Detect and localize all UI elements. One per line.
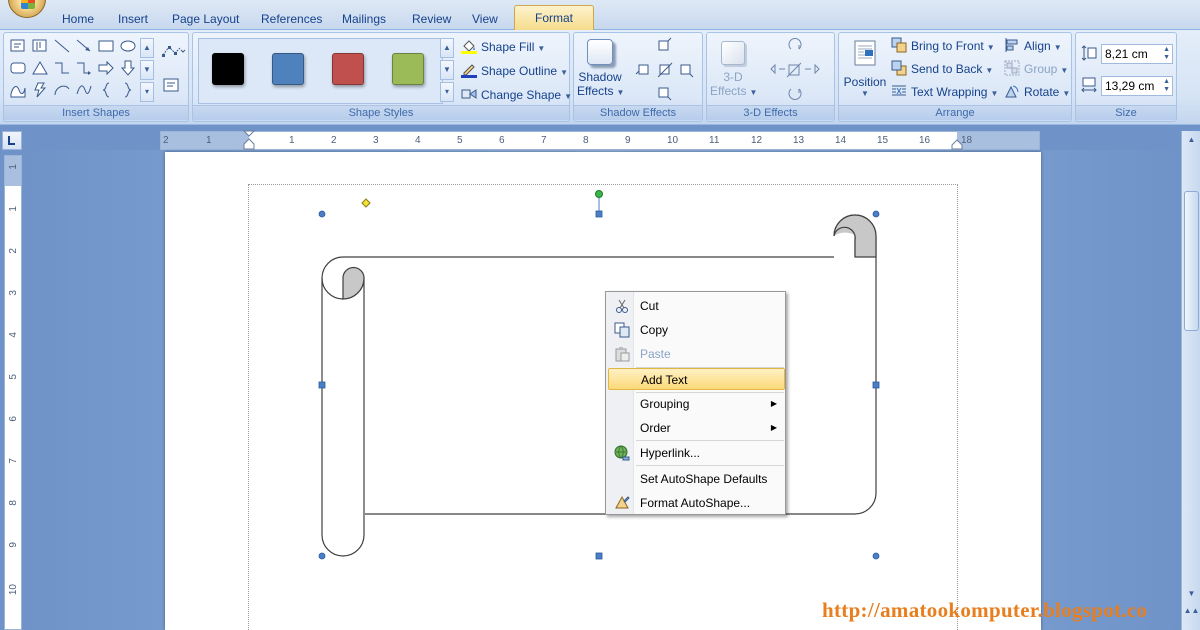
- menu-item-cut-label: Cut: [640, 299, 659, 313]
- menu-item-hyperlink[interactable]: Hyperlink...: [608, 442, 785, 464]
- menu-item-copy-label: Copy: [640, 323, 669, 337]
- scrollbar-thumb[interactable]: [1184, 191, 1199, 331]
- menu-item-set-autoshape-defaults[interactable]: Set AutoShape Defaults: [608, 468, 785, 490]
- menu-item-format-autoshape-label: Format AutoShape...: [640, 496, 751, 510]
- menu-item-add-text[interactable]: Add Text: [608, 368, 785, 390]
- menu-separator: [636, 440, 784, 441]
- resize-handle-tl: [318, 210, 326, 218]
- menu-separator: [636, 465, 784, 466]
- copy-icon: [614, 322, 630, 338]
- resize-handle-r: [872, 381, 880, 389]
- paste-icon: [615, 347, 630, 362]
- menu-item-paste-label: Paste: [640, 347, 671, 361]
- menu-item-cut[interactable]: Cut: [608, 295, 785, 317]
- menu-item-grouping-label: Grouping: [640, 397, 690, 411]
- context-menu: Cut Copy Paste Add Text Grouping ▶ Order ▶…: [605, 291, 786, 515]
- format-shape-icon: [615, 495, 630, 509]
- blog-url-watermark: http://amatookomputer.blogspot.co: [822, 598, 1148, 622]
- menu-item-format-autoshape[interactable]: Format AutoShape...: [608, 492, 785, 514]
- menu-item-paste[interactable]: Paste: [608, 343, 785, 365]
- resize-handle-br: [872, 552, 880, 560]
- scroll-up-button[interactable]: ▲: [1183, 131, 1200, 149]
- menu-item-set-defaults-label: Set AutoShape Defaults: [640, 472, 768, 486]
- menu-item-order[interactable]: Order ▶: [608, 417, 785, 439]
- globe-link-icon: [614, 445, 630, 461]
- menu-item-grouping[interactable]: Grouping ▶: [608, 393, 785, 415]
- menu-item-add-text-label: Add Text: [641, 373, 688, 387]
- scissors-icon: [616, 299, 628, 313]
- menu-item-order-label: Order: [640, 421, 671, 435]
- previous-page-button[interactable]: ▲▲: [1183, 604, 1200, 618]
- resize-handle-l: [318, 381, 326, 389]
- resize-handle-bl: [318, 552, 326, 560]
- menu-item-hyperlink-label: Hyperlink...: [640, 446, 701, 460]
- adjust-handle: [361, 198, 371, 208]
- horizontal-scroll-shape[interactable]: [0, 0, 1200, 630]
- resize-handle-b: [595, 552, 603, 560]
- menu-item-copy[interactable]: Copy: [608, 319, 785, 341]
- scroll-down-button[interactable]: ▼: [1183, 586, 1200, 602]
- rotate-handle: [595, 190, 603, 198]
- submenu-arrow-icon: ▶: [770, 399, 777, 408]
- resize-handle-tr: [872, 210, 880, 218]
- resize-handle-t: [595, 210, 603, 218]
- vertical-scrollbar[interactable]: ▲ ▼ ▲▲: [1181, 131, 1200, 630]
- submenu-arrow-icon: ▶: [770, 423, 777, 432]
